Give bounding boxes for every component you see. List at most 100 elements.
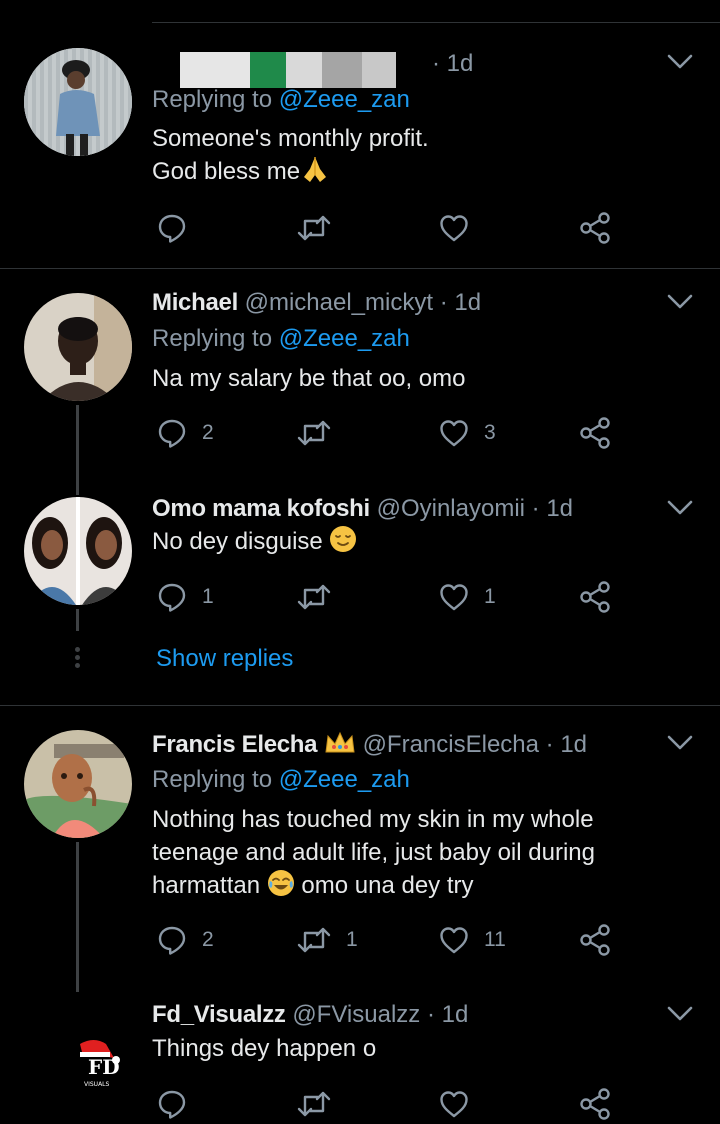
like-count: 11 — [484, 928, 506, 951]
reply-button[interactable]: 1 — [156, 577, 214, 617]
avatar[interactable] — [24, 293, 132, 401]
reply-button[interactable] — [156, 208, 202, 248]
timestamp[interactable]: · 1d — [432, 50, 473, 77]
tweet-actions — [0, 208, 720, 248]
reply-bubble-icon — [158, 214, 186, 243]
tweet-text-line: Nothing has touched my skin in my whole — [152, 806, 594, 833]
like-count: 1 — [484, 585, 496, 608]
retweet-count: 1 — [346, 928, 358, 951]
tweet-text: No dey disguise — [152, 525, 692, 558]
tweet-3[interactable]: Omo mama kofoshi @Oyinlayomii · 1d No de… — [0, 483, 720, 705]
reply-bubble-icon — [158, 1090, 186, 1119]
mention-link[interactable]: @Zeee_zan — [279, 86, 410, 113]
handle[interactable]: @michael_mickyt — [245, 289, 433, 316]
reply-count: 1 — [202, 585, 214, 608]
tweet-2[interactable]: Michael @michael_mickyt · 1d Replying to… — [0, 269, 720, 483]
reply-button[interactable] — [156, 1084, 202, 1124]
chevron-down-icon[interactable] — [666, 1004, 694, 1024]
crown-emoji-icon — [325, 731, 355, 753]
replying-prefix: Replying to — [152, 86, 273, 113]
chevron-down-icon[interactable] — [666, 292, 694, 312]
tweet-4[interactable]: Francis Elecha @FrancisElecha · 1d Reply… — [0, 706, 720, 986]
like-button[interactable] — [438, 1084, 484, 1124]
tweet-actions — [0, 1084, 720, 1124]
like-button[interactable]: 3 — [438, 413, 496, 453]
retweet-button[interactable] — [296, 577, 346, 617]
tweet-text: Na my salary be that oo, omo — [152, 362, 692, 395]
timestamp[interactable]: · 1d — [546, 731, 587, 758]
tweet-header: Francis Elecha @FrancisElecha · 1d — [152, 730, 587, 759]
retweet-icon — [297, 1091, 331, 1117]
tweet-text-line: Things dey happen o — [152, 1035, 377, 1062]
like-button[interactable]: 11 — [438, 920, 506, 960]
reply-bubble-icon — [158, 419, 186, 448]
tweet-5[interactable]: FD VISUALS Fd_Visualzz @FVisualzz · 1d T… — [0, 986, 720, 1124]
timestamp[interactable]: · 1d — [532, 495, 573, 522]
retweet-icon — [297, 215, 331, 241]
share-button[interactable] — [578, 208, 612, 248]
tweet-text: Nothing has touched my skin in my whole … — [152, 803, 692, 902]
tweet-text-line: Someone's monthly profit. — [152, 125, 429, 152]
avatar[interactable] — [24, 48, 132, 156]
tweet-1[interactable]: · 1d Replying to @Zeee_zan Someone's mon… — [0, 0, 720, 268]
heart-icon — [440, 215, 468, 242]
tweet-text: Things dey happen o — [152, 1032, 692, 1065]
tweet-text-line: teenage and adult life, just baby oil du… — [152, 839, 595, 866]
share-button[interactable] — [578, 577, 612, 617]
avatar[interactable] — [24, 730, 132, 838]
handle[interactable]: @FVisualzz — [292, 1001, 420, 1028]
display-name[interactable]: Francis Elecha — [152, 731, 318, 758]
mention-link[interactable]: @Zeee_zah — [279, 325, 410, 352]
display-name[interactable]: Michael — [152, 289, 238, 316]
tweet-text: Someone's monthly profit. God bless me — [152, 122, 692, 188]
timestamp[interactable]: · 1d — [440, 289, 481, 316]
share-button[interactable] — [578, 920, 612, 960]
like-button[interactable]: 1 — [438, 577, 496, 617]
heart-icon — [440, 584, 468, 611]
handle[interactable]: @Oyinlayomii — [377, 495, 525, 522]
retweet-button[interactable] — [296, 208, 346, 248]
retweet-button[interactable] — [296, 1084, 346, 1124]
replying-prefix: Replying to — [152, 766, 273, 793]
tweet-text-line-with-emoji: No dey disguise — [152, 525, 692, 558]
reply-bubble-icon — [158, 583, 186, 612]
chevron-down-icon[interactable] — [666, 498, 694, 518]
tweet-text-line: God bless me — [152, 158, 301, 185]
folded-hands-emoji-icon — [304, 157, 327, 182]
share-icon — [580, 924, 610, 956]
redacted-name-block — [180, 52, 396, 88]
reply-bubble-icon — [158, 926, 186, 955]
replying-to: Replying to @Zeee_zan — [152, 86, 410, 114]
tweet-text-line: harmattan — [152, 872, 261, 899]
thread-line — [76, 842, 79, 992]
heart-icon — [440, 927, 468, 954]
tweet-actions: 2 1 11 — [0, 920, 720, 960]
thread-line — [76, 405, 79, 495]
share-icon — [580, 417, 610, 449]
retweet-icon — [297, 420, 331, 446]
share-button[interactable] — [578, 413, 612, 453]
chevron-down-icon[interactable] — [666, 733, 694, 753]
share-button[interactable] — [578, 1084, 612, 1124]
tweet-header: Fd_Visualzz @FVisualzz · 1d — [152, 1001, 468, 1029]
reply-button[interactable]: 2 — [156, 413, 214, 453]
tweet-text-line: No dey disguise — [152, 528, 323, 555]
tweet-text-line: Na my salary be that oo, omo — [152, 365, 466, 392]
tweet-text-line-with-emoji: harmattan omo una dey try — [152, 869, 692, 902]
relieved-face-emoji-icon — [330, 526, 357, 552]
display-name[interactable]: Fd_Visualzz — [152, 1001, 286, 1028]
retweet-button[interactable] — [296, 413, 346, 453]
tweet-text-line-with-emoji: God bless me — [152, 155, 692, 188]
display-name[interactable]: Omo mama kofoshi — [152, 495, 370, 522]
timestamp[interactable]: · 1d — [427, 1001, 468, 1028]
mention-link[interactable]: @Zeee_zah — [279, 766, 410, 793]
retweet-button[interactable]: 1 — [296, 920, 358, 960]
like-button[interactable] — [438, 208, 484, 248]
share-icon — [580, 212, 610, 244]
show-replies-link[interactable]: Show replies — [156, 645, 293, 673]
retweet-icon — [297, 584, 331, 610]
reply-button[interactable]: 2 — [156, 920, 214, 960]
heart-icon — [440, 420, 468, 447]
chevron-down-icon[interactable] — [666, 52, 694, 72]
handle[interactable]: @FrancisElecha — [363, 731, 539, 758]
